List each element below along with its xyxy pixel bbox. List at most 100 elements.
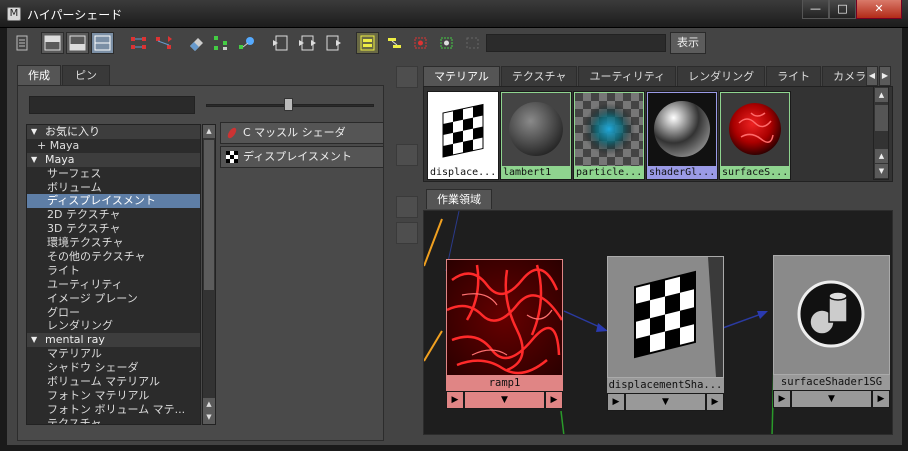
tree-item[interactable]: + Maya (27, 139, 200, 153)
side-tool-icon[interactable] (396, 66, 418, 88)
swatch-lambert1[interactable]: lambert1 (500, 91, 572, 180)
menu-toggle-icon[interactable] (11, 32, 34, 54)
scroll-up-icon[interactable]: ▲ (203, 125, 215, 138)
tab-work-area[interactable]: 作業領域 (426, 189, 492, 209)
sort-updown-icon[interactable] (396, 300, 418, 322)
swatch-shaderglow[interactable]: shaderGl... (646, 91, 718, 180)
node-blue-icon[interactable] (235, 32, 258, 54)
graph-view-icon[interactable] (396, 222, 418, 244)
layout-top-icon[interactable] (41, 32, 64, 54)
sort-icon[interactable] (396, 248, 418, 270)
output-connections-icon[interactable] (323, 32, 346, 54)
swatch-scrollbar[interactable]: ▲ ▲ ▼ (873, 86, 889, 180)
slider-handle[interactable] (284, 98, 293, 111)
tree-item[interactable]: ディスプレイスメント (27, 194, 200, 209)
scroll-down-icon[interactable]: ▼ (875, 164, 888, 178)
input-connections-icon[interactable] (269, 32, 292, 54)
tree-item[interactable]: サーフェス (27, 167, 200, 181)
muscle-shader-icon (227, 127, 237, 139)
tab-textures[interactable]: テクスチャ (500, 66, 578, 86)
tree-item[interactable]: ボリューム (27, 181, 200, 195)
expand-port-icon[interactable]: ▼ (791, 390, 872, 408)
tree-item[interactable]: 環境テクスチャ (27, 236, 200, 250)
tree-scrollbar[interactable]: ▲ ▲ ▼ (202, 124, 216, 425)
layout-bottom-icon[interactable] (66, 32, 89, 54)
large-view-icon[interactable] (396, 144, 418, 166)
tree-item[interactable]: シャドウ シェーダ (27, 361, 200, 375)
tree-item[interactable]: イメージ プレーン (27, 292, 200, 306)
tab-right-arrow-icon[interactable]: ▶ (879, 66, 891, 86)
list-view-icon[interactable] (396, 92, 418, 114)
tree-item[interactable]: レンダリング (27, 319, 200, 333)
input-output-icon[interactable] (296, 32, 319, 54)
connect-yellow-icon[interactable] (383, 32, 406, 54)
graph-node-ramp1[interactable]: ramp1 ▶ ▼ ▶ (446, 259, 563, 411)
tab-create[interactable]: 作成 (17, 65, 61, 85)
sort-down-icon[interactable] (396, 274, 418, 296)
tree-item[interactable]: ライト (27, 264, 200, 278)
tree-item[interactable]: ボリューム マテリアル (27, 375, 200, 389)
scroll-thumb[interactable] (875, 105, 888, 131)
graph-upstream-icon[interactable] (152, 32, 175, 54)
swatch-particle[interactable]: particle... (573, 91, 645, 180)
tab-lights[interactable]: ライト (766, 66, 822, 86)
tree-item[interactable]: グロー (27, 306, 200, 320)
graph-node-displacement[interactable]: displacementSha... ▶ ▼ ▶ (607, 256, 724, 411)
node-green-icon[interactable] (210, 32, 233, 54)
expand-port-icon[interactable]: ▼ (464, 391, 545, 409)
output-port-icon[interactable]: ▶ (545, 391, 563, 409)
swatch-displacement[interactable]: displace... (427, 91, 499, 180)
disabled-grid-icon[interactable] (461, 32, 484, 54)
select-red-icon[interactable] (409, 32, 432, 54)
tree-item[interactable]: 2D テクスチャ (27, 208, 200, 222)
tree-item[interactable]: フォトン ボリューム マテ... (27, 403, 200, 417)
tree-category[interactable]: ▼ mental ray (27, 333, 200, 348)
create-node-button[interactable]: C マッスル シェーダ (220, 122, 384, 144)
scroll-thumb[interactable] (204, 140, 214, 290)
tile-view-icon[interactable] (396, 196, 418, 218)
graph-network-icon[interactable] (127, 32, 150, 54)
input-port-icon[interactable]: ▶ (773, 390, 791, 408)
tab-pin[interactable]: ピン (62, 65, 110, 85)
create-node-button[interactable]: ディスプレイスメント (220, 146, 384, 168)
expand-arrow-icon[interactable]: ▼ (31, 153, 37, 167)
tab-left-arrow-icon[interactable]: ◀ (866, 66, 878, 86)
rebuild-graph-icon[interactable] (356, 32, 379, 54)
expand-arrow-icon[interactable]: ▼ (31, 333, 37, 347)
tree-item[interactable]: テクスチャ (27, 417, 200, 424)
show-button[interactable]: 表示 (670, 32, 706, 54)
tab-utilities[interactable]: ユーティリティ (578, 66, 677, 86)
minimize-button[interactable]: — (802, 0, 829, 19)
tree-item[interactable]: 3D テクスチャ (27, 222, 200, 236)
filter-input[interactable] (29, 96, 195, 114)
scroll-up-icon-lower[interactable]: ▲ (875, 149, 888, 163)
scroll-up-icon[interactable]: ▲ (875, 88, 888, 102)
graph-node-shading-group[interactable]: surfaceShader1SG ▶ ▼ ▶ (773, 255, 890, 408)
output-port-icon[interactable]: ▶ (872, 390, 890, 408)
arrow-view-icon[interactable] (396, 170, 418, 192)
frame-selection-icon[interactable] (435, 32, 458, 54)
input-port-icon[interactable]: ▶ (446, 391, 464, 409)
maximize-button[interactable]: □ (829, 0, 856, 19)
output-port-icon[interactable]: ▶ (706, 393, 724, 411)
close-button[interactable]: ✕ (856, 0, 902, 19)
tree-category[interactable]: ▼ Maya (27, 152, 200, 167)
expand-arrow-icon[interactable]: ▼ (31, 125, 37, 139)
scroll-down-icon[interactable]: ▼ (203, 411, 215, 424)
input-port-icon[interactable]: ▶ (607, 393, 625, 411)
tree-item[interactable]: その他のテクスチャ (27, 250, 200, 264)
layout-split-icon[interactable] (91, 32, 114, 54)
tree-item[interactable]: フォトン マテリアル (27, 389, 200, 403)
tab-rendering[interactable]: レンダリング (677, 66, 766, 86)
tab-materials[interactable]: マテリアル (423, 66, 500, 86)
swatch-surfaceshader[interactable]: surfaceS... (719, 91, 791, 180)
work-area-graph[interactable]: ramp1 ▶ ▼ ▶ displacementSha... ▶ ▼ ▶ sur… (423, 210, 893, 435)
tree-category[interactable]: ▼ お気に入り (27, 125, 200, 139)
eraser-icon[interactable] (185, 32, 208, 54)
small-view-icon[interactable] (396, 118, 418, 140)
toolbar-search-input[interactable] (486, 34, 666, 52)
expand-port-icon[interactable]: ▼ (625, 393, 706, 411)
scroll-up-icon-lower[interactable]: ▲ (203, 398, 215, 411)
tree-item[interactable]: ユーティリティ (27, 278, 200, 292)
tree-item[interactable]: マテリアル (27, 347, 200, 361)
